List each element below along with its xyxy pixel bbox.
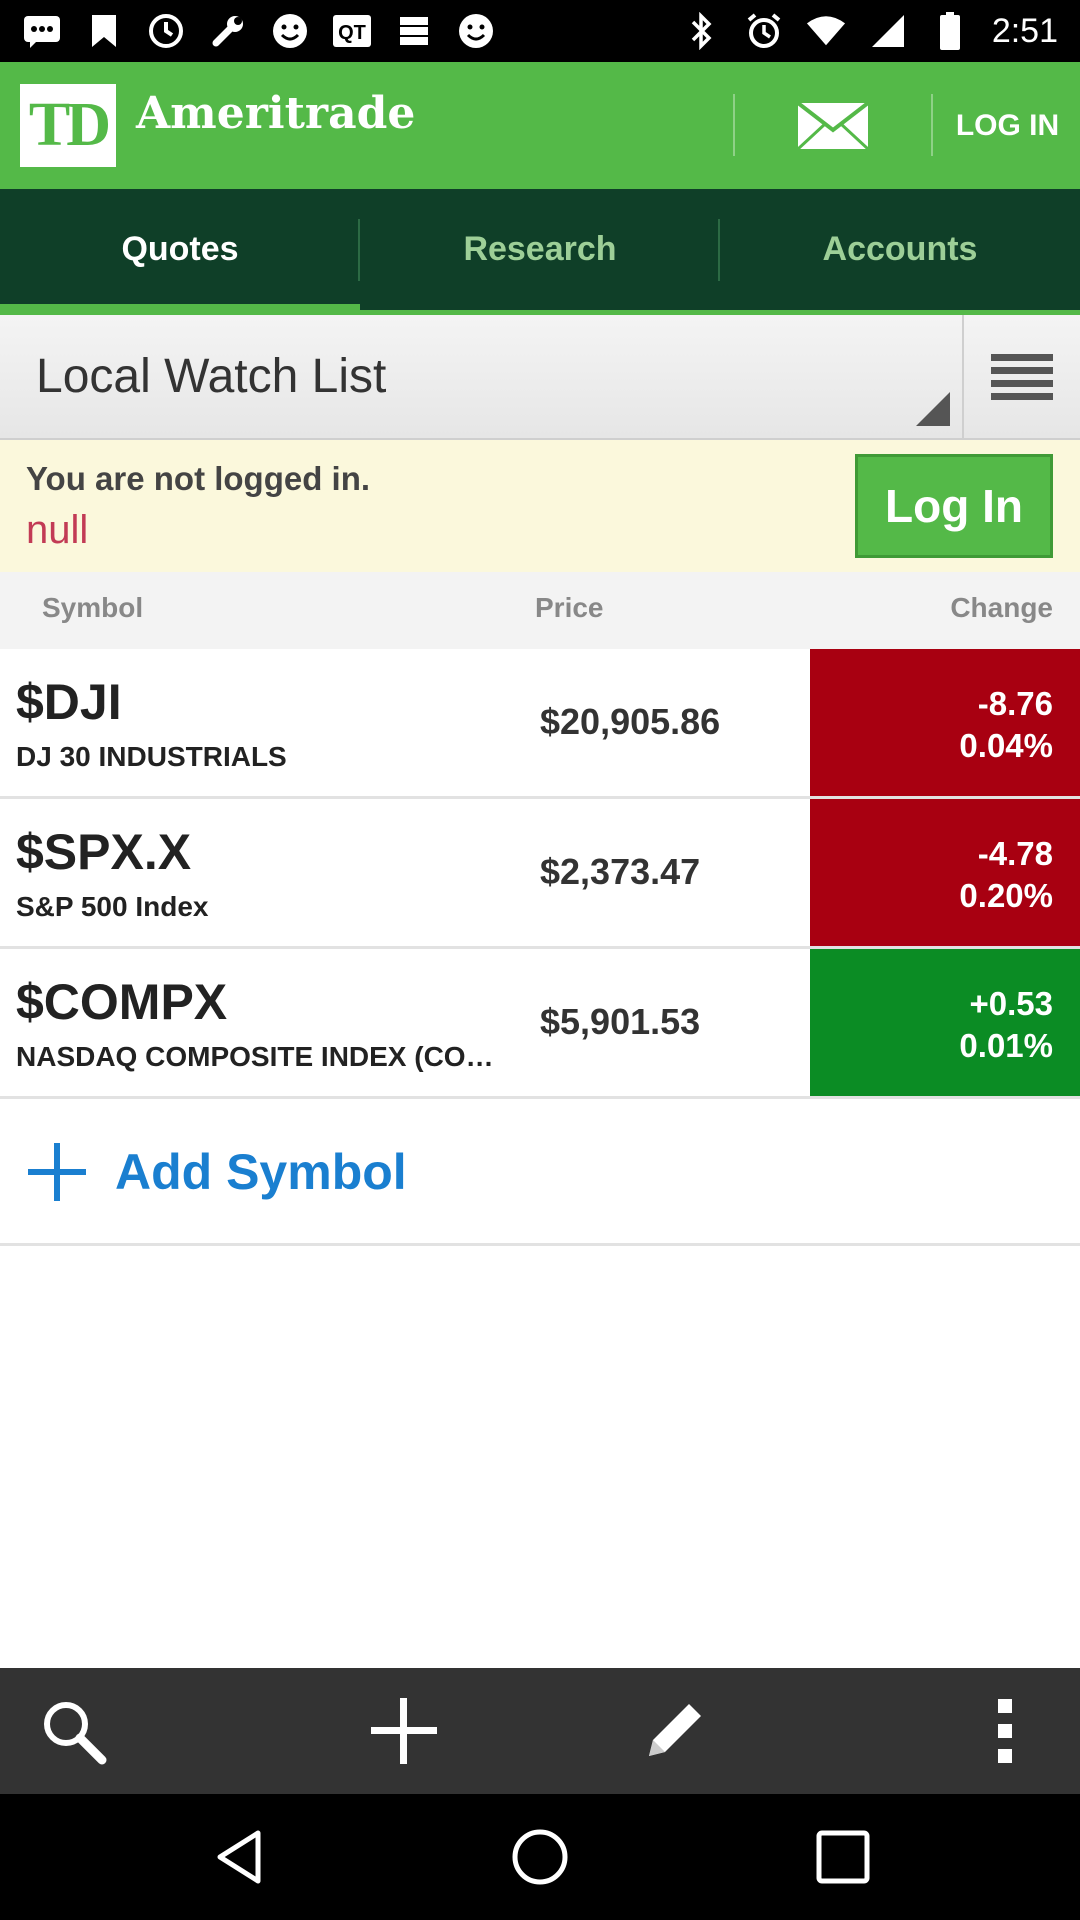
signal-icon [868,11,908,51]
quote-change: -4.78 [977,835,1053,872]
tab-label: Accounts [822,230,978,268]
bluetooth-icon [682,11,722,51]
main-tabs: Quotes Research Accounts [0,189,1080,315]
column-headers: Symbol Price Change [0,572,1080,649]
envelope-icon [796,101,869,150]
quote-name: DJ 30 INDUSTRIALS [16,741,287,772]
quote-row[interactable]: $DJI DJ 30 INDUSTRIALS $20,905.86 -8.76 … [0,649,1080,799]
quote-symbol: $SPX.X [16,824,192,880]
overflow-menu-button[interactable] [935,1668,1075,1794]
notice-subtext: null [26,508,89,552]
navigation-bar [0,1794,1080,1920]
smiley-icon [456,11,496,51]
quote-change: +0.53 [969,985,1054,1022]
column-header-price: Price [535,592,604,623]
overflow-menu-icon [998,1699,1012,1763]
search-icon [44,1702,107,1765]
notice-message: You are not logged in. [26,460,371,497]
quote-list: $DJI DJ 30 INDUSTRIALS $20,905.86 -8.76 … [0,649,1080,1099]
hamburger-icon [991,353,1053,400]
qt-app-icon: QT [332,11,372,51]
quote-change-cell[interactable]: -4.78 0.20% [810,799,1080,946]
quote-symbol: $COMPX [16,974,228,1030]
brand-name: Ameritrade [136,88,416,139]
login-button[interactable]: Log In [855,454,1053,558]
svg-text:QT: QT [338,22,366,44]
wrench-icon [208,11,248,51]
quote-symbol: $DJI [16,674,122,730]
watchlist-title: Local Watch List [36,350,387,403]
back-icon [217,1830,261,1884]
watchlist-dropdown[interactable]: Local Watch List [0,315,962,438]
recents-icon [816,1830,870,1884]
tab-label: Research [463,230,617,268]
tab-quotes[interactable]: Quotes [0,189,360,315]
logo-text: TD [28,91,111,159]
dropdown-corner-icon [916,392,950,426]
td-logo: TD [20,84,116,167]
quote-change-cell[interactable]: -8.76 0.04% [810,649,1080,796]
watchlist-bar: Local Watch List [0,315,1080,440]
home-icon [512,1829,568,1885]
tab-accounts[interactable]: Accounts [720,189,1080,310]
quote-price: $2,373.47 [540,851,701,892]
quote-row[interactable]: $COMPX NASDAQ COMPOSITE INDEX (COMP) $5,… [0,949,1080,1099]
quote-row[interactable]: $SPX.X S&P 500 Index $2,373.47 -4.78 0.2… [0,799,1080,949]
quote-name: S&P 500 Index [16,891,209,922]
quote-change-percent: 0.01% [959,1027,1053,1064]
smiley-icon [270,11,310,51]
plus-icon [371,1698,437,1764]
plus-icon [28,1143,86,1201]
tab-label: Quotes [121,230,239,268]
quote-name: NASDAQ COMPOSITE INDEX (COMP) [16,1041,511,1072]
tab-research[interactable]: Research [360,189,720,310]
add-symbol-button[interactable]: Add Symbol [0,1099,1080,1246]
messages-button[interactable] [735,72,930,179]
clock-icon [146,11,186,51]
bookmark-icon [84,11,124,51]
search-button[interactable] [3,1668,143,1794]
header-login-link[interactable]: LOG IN [935,72,1080,179]
quote-change-cell[interactable]: +0.53 0.01% [810,949,1080,1096]
pencil-icon [649,1704,701,1756]
server-icon [394,11,434,51]
quote-change-percent: 0.20% [959,877,1053,914]
column-header-symbol: Symbol [42,592,144,623]
status-time: 2:51 [991,11,1058,50]
back-button[interactable] [160,1794,320,1920]
column-header-change: Change [950,592,1053,623]
status-bar: QT 2:51 [0,0,1080,62]
recents-button[interactable] [763,1794,923,1920]
action-bar [0,1668,1080,1794]
home-button[interactable] [460,1794,620,1920]
add-symbol-label: Add Symbol [115,1144,407,1200]
quote-change: -8.76 [977,685,1053,722]
edit-button[interactable] [604,1668,744,1794]
list-menu-button[interactable] [964,315,1080,438]
add-button[interactable] [334,1668,474,1794]
alarm-icon [744,11,784,51]
quote-change-percent: 0.04% [959,727,1053,764]
quote-price: $20,905.86 [540,701,721,742]
quote-price: $5,901.53 [540,1001,701,1042]
app-header: TD Ameritrade LOG IN [0,62,1080,189]
login-notice: You are not logged in. null Log In [0,440,1080,572]
header-divider [931,94,933,156]
wifi-icon [806,11,846,51]
messages-icon [22,11,62,51]
battery-icon [930,11,970,51]
